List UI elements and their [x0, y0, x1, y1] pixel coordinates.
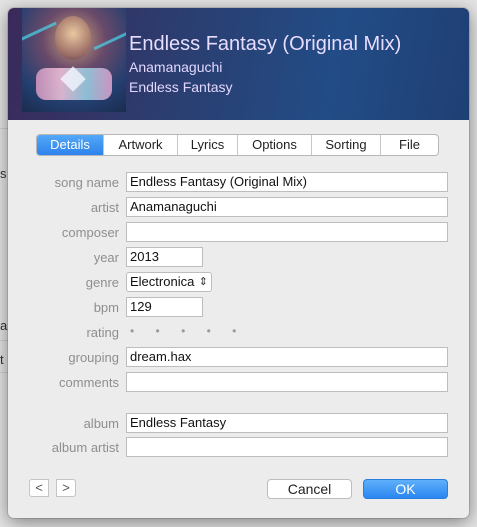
chevron-right-icon: >	[62, 480, 70, 495]
ok-button[interactable]: OK	[363, 479, 448, 499]
tab-file[interactable]: File	[381, 135, 438, 155]
album-label: album	[83, 416, 119, 431]
album-artist-label: album artist	[51, 440, 119, 455]
artwork-streak	[93, 28, 126, 51]
song-name-label: song name	[54, 175, 119, 190]
bpm-label: bpm	[93, 300, 119, 315]
tab-artwork[interactable]: Artwork	[104, 135, 178, 155]
tab-sorting[interactable]: Sorting	[312, 135, 381, 155]
composer-field[interactable]	[126, 222, 448, 242]
grouping-label: grouping	[68, 350, 119, 365]
artwork-streak	[22, 21, 57, 42]
song-info-dialog: Endless Fantasy (Original Mix) Anamanagu…	[8, 8, 469, 518]
song-album: Endless Fantasy	[129, 79, 233, 95]
album-field[interactable]: Endless Fantasy	[126, 413, 448, 433]
up-down-chevron-icon: ⇕	[198, 276, 208, 288]
album-artwork	[22, 8, 126, 112]
genre-select[interactable]: Electronica ⇕	[126, 272, 212, 292]
background-text: t	[0, 352, 4, 367]
genre-value: Electronica	[130, 274, 195, 289]
year-label: year	[93, 250, 119, 265]
cancel-button[interactable]: Cancel	[267, 479, 352, 499]
song-title: Endless Fantasy (Original Mix)	[129, 33, 402, 55]
comments-label: comments	[59, 375, 119, 390]
artwork-face	[55, 16, 91, 60]
previous-button[interactable]: <	[29, 479, 49, 497]
chevron-left-icon: <	[35, 480, 43, 495]
comments-field[interactable]	[126, 372, 448, 392]
grouping-field[interactable]: dream.hax	[126, 347, 448, 367]
rating-label: rating	[86, 325, 119, 340]
album-artist-field[interactable]	[126, 437, 448, 457]
tab-bar: Details Artwork Lyrics Options Sorting F…	[36, 134, 439, 156]
composer-label: composer	[61, 225, 119, 240]
tab-details[interactable]: Details	[37, 135, 104, 155]
song-artist: Anamanaguchi	[129, 59, 223, 75]
tab-options[interactable]: Options	[238, 135, 312, 155]
song-header: Endless Fantasy (Original Mix) Anamanagu…	[8, 8, 469, 120]
background-text: a	[0, 318, 8, 333]
rating-dots[interactable]: • • • • •	[130, 324, 245, 338]
artist-label: artist	[90, 200, 119, 215]
song-name-field[interactable]: Endless Fantasy (Original Mix)	[126, 172, 448, 192]
genre-label: genre	[85, 275, 119, 290]
bpm-field[interactable]: 129	[126, 297, 203, 317]
artist-field[interactable]: Anamanaguchi	[126, 197, 448, 217]
tab-lyrics[interactable]: Lyrics	[178, 135, 238, 155]
background-text: s	[0, 166, 7, 181]
next-button[interactable]: >	[56, 479, 76, 497]
year-field[interactable]: 2013	[126, 247, 203, 267]
